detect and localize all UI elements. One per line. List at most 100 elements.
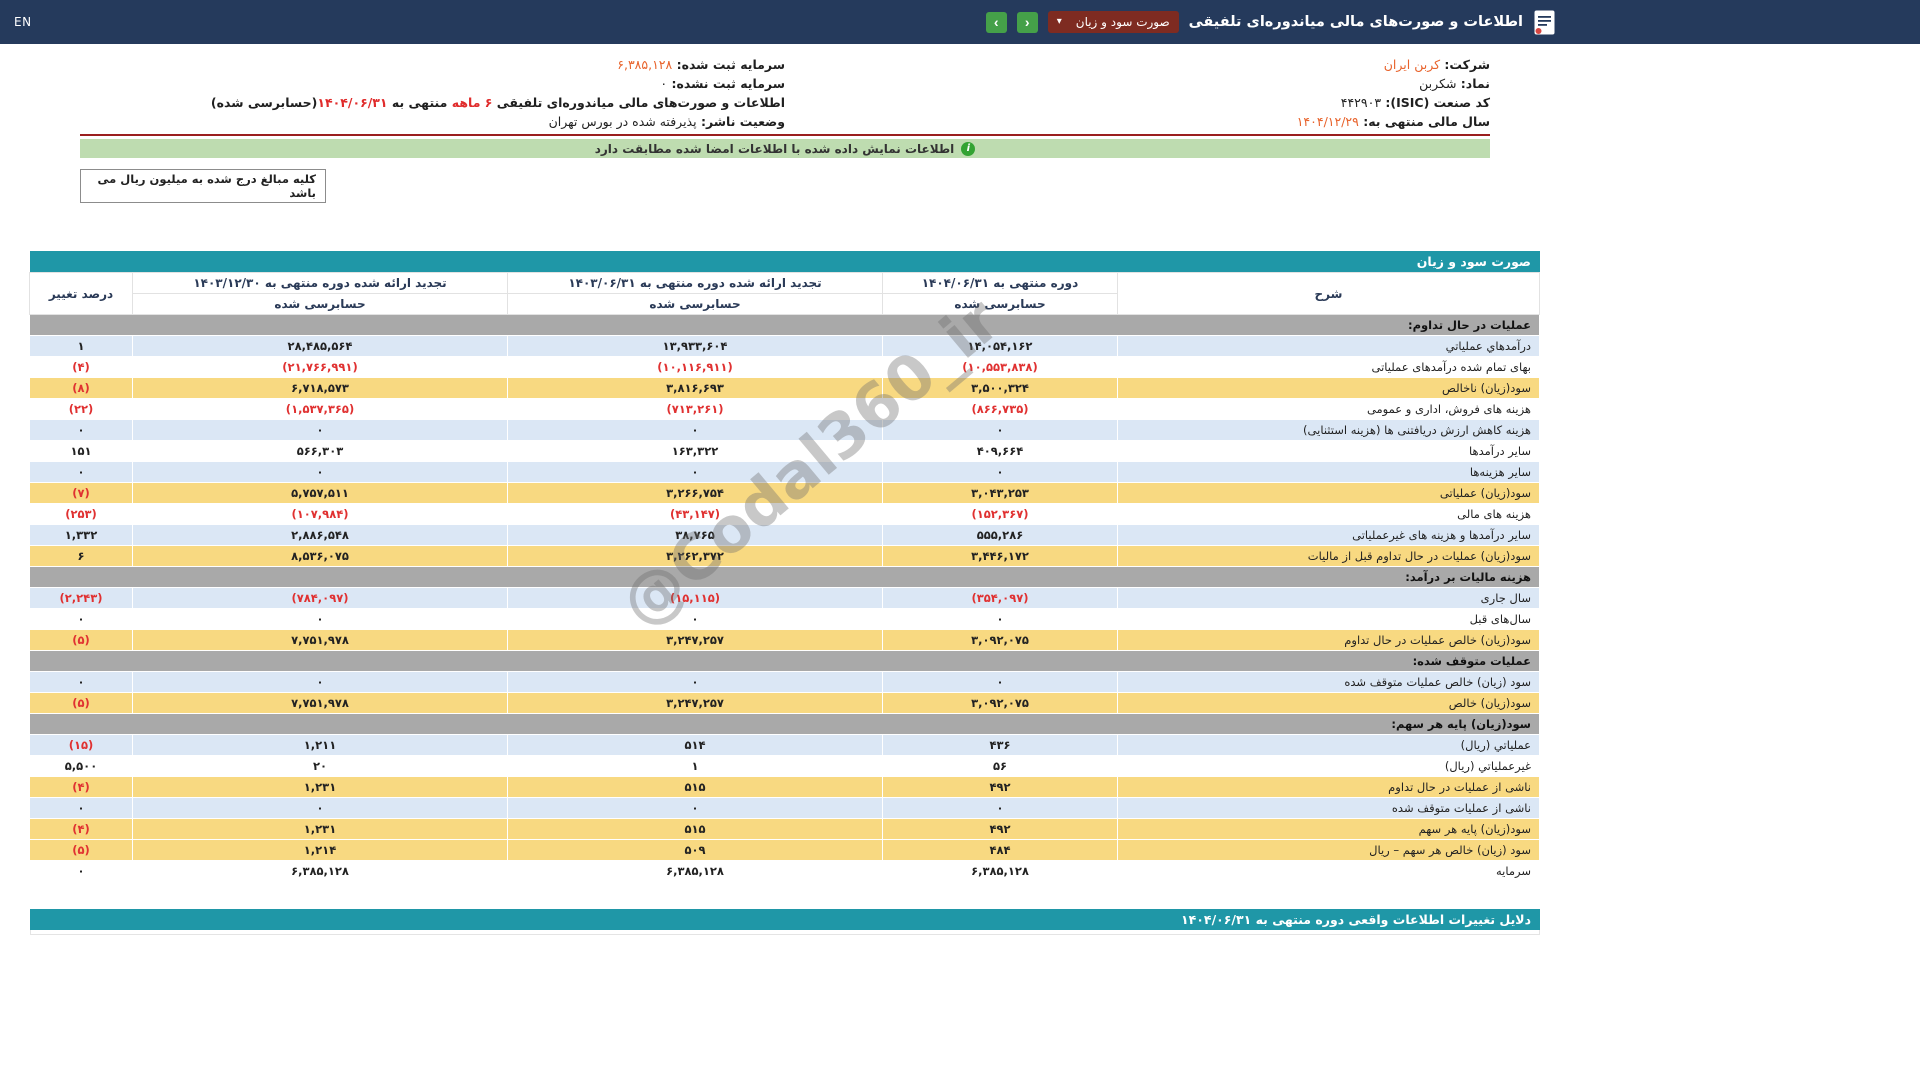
section-header-row: هزینه مالیات بر درآمد: (30, 567, 1540, 588)
value-cell: ۳۸,۷۶۵ (508, 525, 883, 546)
section-header-row: سود(زیان) پایه هر سهم: (30, 714, 1540, 735)
value-cell: ۶,۳۸۵,۱۲۸ (508, 861, 883, 882)
change-cell: (۱۵) (30, 735, 133, 756)
data-row: سود (زیان) خالص عملیات متوقف شده۰۰۰۰ (30, 672, 1540, 693)
value-cell: ۲۰ (133, 756, 508, 777)
data-row: سود(زیان) ناخالص۳,۵۰۰,۳۲۴۳,۸۱۶,۶۹۳۶,۷۱۸,… (30, 378, 1540, 399)
data-row: سایر هزینه‌ها۰۰۰۰ (30, 462, 1540, 483)
data-row: هزینه های مالی(۱۵۲,۳۶۷)(۴۳,۱۴۷)(۱۰۷,۹۸۴)… (30, 504, 1540, 525)
change-cell: ۵,۵۰۰ (30, 756, 133, 777)
data-row: سرمایه۶,۳۸۵,۱۲۸۶,۳۸۵,۱۲۸۶,۳۸۵,۱۲۸۰ (30, 861, 1540, 882)
value-cell: ۵۵۵,۲۸۶ (883, 525, 1118, 546)
data-row: بهای تمام شده درآمدهای عملیاتی(۱۰,۵۵۳,۸۳… (30, 357, 1540, 378)
row-label: هزینه های مالی (1118, 504, 1540, 525)
value-cell: ۶,۷۱۸,۵۷۳ (133, 378, 508, 399)
field-value: ۱۴۰۴/۱۲/۲۹ (1297, 114, 1359, 129)
value-cell: ۳,۰۴۳,۲۵۳ (883, 483, 1118, 504)
section-header-row: عملیات متوقف شده: (30, 651, 1540, 672)
value-cell: ۱,۲۳۱ (133, 819, 508, 840)
top-navbar: اطلاعات و صورت‌های مالی میاندوره‌ای تلفی… (0, 0, 1920, 44)
data-row: ناشی از عملیات در حال تداوم۴۹۲۵۱۵۱,۲۳۱(۴… (30, 777, 1540, 798)
change-cell: ۱,۳۳۲ (30, 525, 133, 546)
value-cell: ۳,۵۰۰,۳۲۴ (883, 378, 1118, 399)
data-row: سود(زیان) عملیات در حال تداوم قبل از مال… (30, 546, 1540, 567)
navbar-right-group: اطلاعات و صورت‌های مالی میاندوره‌ای تلفی… (986, 9, 1556, 36)
value-cell: ۰ (133, 798, 508, 819)
change-cell: (۸) (30, 378, 133, 399)
section-label: هزینه مالیات بر درآمد: (30, 567, 1540, 588)
company-info-row: سرمایه ثبت نشده: ۰ (80, 74, 785, 93)
value-cell: ۷,۷۵۱,۹۷۸ (133, 693, 508, 714)
change-cell: (۵) (30, 840, 133, 861)
value-cell: ۰ (508, 672, 883, 693)
value-cell: ۱,۲۱۱ (133, 735, 508, 756)
data-row: سود(زیان) خالص۳,۰۹۲,۰۷۵۳,۲۴۷,۲۵۷۷,۷۵۱,۹۷… (30, 693, 1540, 714)
field-label: کد صنعت (ISIC): (1381, 95, 1490, 110)
value-cell: ۳,۲۶۶,۷۵۴ (508, 483, 883, 504)
row-label: سود (زیان) خالص هر سهم – ریال (1118, 840, 1540, 861)
change-cell: ۰ (30, 798, 133, 819)
field-value: پذیرفته شده در بورس تهران (549, 114, 697, 129)
row-label: سود(زیان) ناخالص (1118, 378, 1540, 399)
next-statement-button[interactable]: › (986, 12, 1007, 33)
language-toggle[interactable]: EN (14, 15, 32, 29)
page-title: اطلاعات و صورت‌های مالی میاندوره‌ای تلفی… (1189, 14, 1523, 30)
header-row-periods: شرح دوره منتهی به ۱۴۰۴/۰۶/۳۱ تجدید ارائه… (30, 273, 1540, 294)
field-label: نماد: (1456, 76, 1490, 91)
value-cell: ۱ (508, 756, 883, 777)
change-cell: ۶ (30, 546, 133, 567)
section-label: عملیات در حال تداوم: (30, 315, 1540, 336)
change-cell: (۴) (30, 357, 133, 378)
notice-text: اطلاعات نمایش داده شده با اطلاعات امضا ش… (595, 142, 955, 156)
change-cell: ۰ (30, 420, 133, 441)
value-cell: ۵۱۵ (508, 777, 883, 798)
value-cell: ۱۴,۰۵۴,۱۶۲ (883, 336, 1118, 357)
row-label: درآمدهاي عملياتي (1118, 336, 1540, 357)
change-cell: (۵) (30, 630, 133, 651)
data-row: غیرعملیاتي (ریال)۵۶۱۲۰۵,۵۰۰ (30, 756, 1540, 777)
field-value: ۶,۳۸۵,۱۲۸ (617, 57, 672, 72)
value-cell: ۴۹۲ (883, 777, 1118, 798)
currency-unit-note: کلیه مبالغ درج شده به میلیون ریال می باش… (80, 169, 326, 203)
statement-select[interactable]: صورت سود و زیان ▾ (1048, 11, 1179, 33)
data-row: سایر درآمدها۴۰۹,۶۶۴۱۶۳,۳۲۲۵۶۶,۳۰۳۱۵۱ (30, 441, 1540, 462)
change-cell: (۴) (30, 777, 133, 798)
row-label: سود(زیان) عملیاتی (1118, 483, 1540, 504)
value-cell: (۸۶۶,۷۳۵) (883, 399, 1118, 420)
value-cell: (۱,۵۳۷,۳۶۵) (133, 399, 508, 420)
field-value: شكربن (1419, 76, 1456, 91)
value-cell: ۴۳۶ (883, 735, 1118, 756)
company-info: شرکت: كربن ايراننماد: شكربنکد صنعت (ISIC… (80, 44, 1490, 136)
audited-label: حسابرسی شده (883, 294, 1118, 315)
value-cell: ۳,۲۶۲,۳۷۲ (508, 546, 883, 567)
field-label: سرمایه ثبت شده: (672, 57, 785, 72)
value-cell: ۰ (508, 798, 883, 819)
change-cell: (۲,۲۴۳) (30, 588, 133, 609)
row-label: بهای تمام شده درآمدهای عملیاتی (1118, 357, 1540, 378)
row-label: سال جاری (1118, 588, 1540, 609)
data-row: هزینه کاهش ارزش دریافتنی ها (هزینه استثن… (30, 420, 1540, 441)
value-cell: ۵۱۵ (508, 819, 883, 840)
value-cell: ۶,۳۸۵,۱۲۸ (133, 861, 508, 882)
value-cell: ۳,۰۹۲,۰۷۵ (883, 693, 1118, 714)
audited-label: حسابرسی شده (133, 294, 508, 315)
value-cell: (۳۵۴,۰۹۷) (883, 588, 1118, 609)
change-cell: ۰ (30, 672, 133, 693)
value-cell: ۸,۵۳۶,۰۷۵ (133, 546, 508, 567)
section-label: عملیات متوقف شده: (30, 651, 1540, 672)
company-info-row: کد صنعت (ISIC): ۴۴۲۹۰۳ (785, 93, 1490, 112)
highlighted-text: ۶ ماهه (452, 95, 493, 110)
value-cell: ۶,۳۸۵,۱۲۸ (883, 861, 1118, 882)
col-header-change-percent: درصد تغییر (30, 273, 133, 315)
prev-statement-button[interactable]: ‹ (1017, 12, 1038, 33)
value-cell: (۱۰,۱۱۶,۹۱۱) (508, 357, 883, 378)
chevron-down-icon: ▾ (1057, 17, 1062, 27)
field-label: وضعیت ناشر: (697, 114, 785, 129)
change-cell: ۰ (30, 609, 133, 630)
income-statement-table: شرح دوره منتهی به ۱۴۰۴/۰۶/۳۱ تجدید ارائه… (29, 272, 1540, 882)
value-cell: ۰ (133, 672, 508, 693)
value-cell: ۰ (133, 609, 508, 630)
value-cell: ۰ (883, 798, 1118, 819)
row-label: سایر هزینه‌ها (1118, 462, 1540, 483)
value-cell: ۰ (883, 420, 1118, 441)
